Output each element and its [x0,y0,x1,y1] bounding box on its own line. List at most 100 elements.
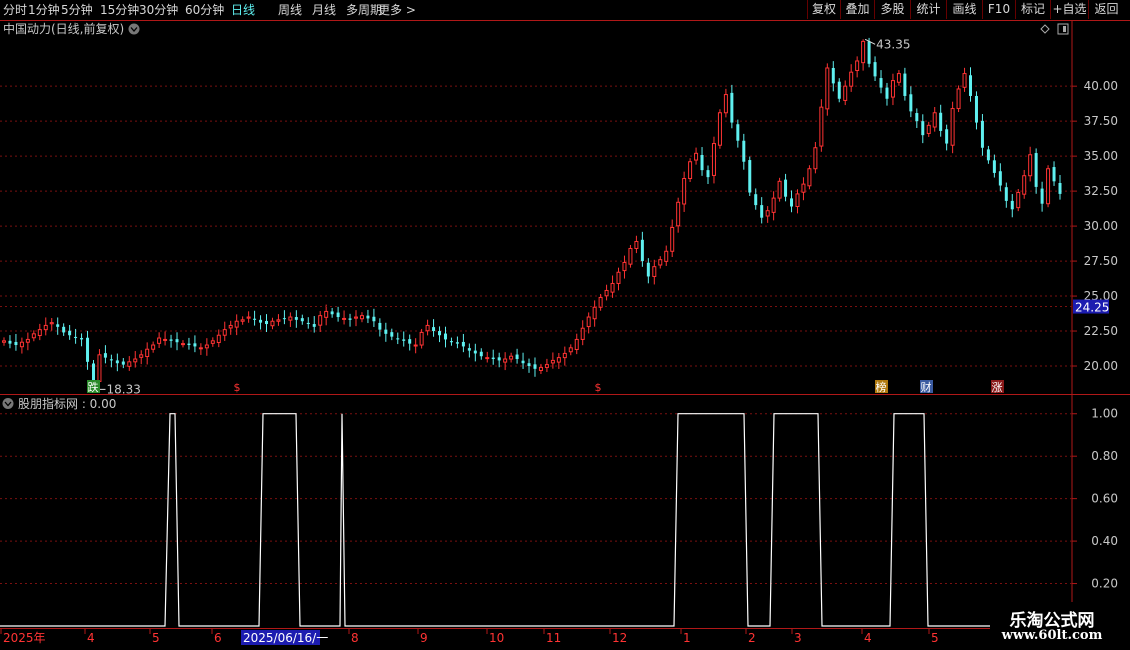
candle-body [562,352,567,359]
price-tick-label: 35.00 [1084,149,1118,163]
candle-body [939,112,943,131]
candle-body [837,81,841,99]
candle-body [372,316,376,322]
date-label: 3 [794,631,802,645]
candle-body [222,329,227,336]
candle-body [198,347,203,350]
candle-body [1034,153,1038,187]
candle-body [926,124,931,134]
candle-body [80,338,84,340]
candle-body [193,343,197,347]
current-price-label: 24.25 [1075,301,1109,315]
price-tick-label: 37.50 [1084,114,1118,128]
candle-body [1016,192,1021,209]
date-label: 11 [546,631,561,645]
candle-body [491,357,495,360]
date-label: 10 [489,631,504,645]
candle-body [610,282,615,293]
candle-body [903,73,907,96]
candle-body [843,85,848,101]
watermark: 乐淘公式网 www.60lt.com [990,602,1130,650]
candle-body [473,350,477,354]
candle-body [259,319,263,323]
candle-body [819,106,824,147]
candle-body [909,94,913,112]
candle-body [950,108,955,146]
candle-body [294,317,298,320]
price-tick-label: 30.00 [1084,219,1118,233]
date-label: 5 [931,631,939,645]
candle-body [68,330,72,336]
indicator-tick-label: 0.20 [1091,577,1118,591]
candle-body [688,161,693,180]
candle-body [1052,167,1056,182]
indicator-tick-label: 1.00 [1091,407,1118,421]
price-tick-label: 20.00 [1084,359,1118,373]
candle-body [628,247,633,265]
candle-body [37,329,42,337]
candle-body [748,160,752,193]
candle-body [378,322,382,330]
candle-body [300,318,304,322]
candle-body [969,75,973,96]
candle-body [210,340,215,344]
price-tick-label: 22.50 [1084,324,1118,338]
candle-body [831,67,835,84]
candle-body [354,316,358,319]
candle-body [330,311,334,315]
candle-body [885,87,889,99]
candle-body [306,322,310,325]
candle-body [915,113,919,122]
candle-body [574,338,579,351]
candle-body [270,320,275,327]
candle-body [640,239,644,262]
candle-body [103,353,107,358]
candle-body [432,327,436,332]
candle-body [998,171,1002,186]
stock-chart: 20.0022.5025.0027.5030.0032.5035.0037.50… [0,20,1130,645]
candle-body [801,183,806,193]
candle-body [760,205,764,218]
candle-body [1028,154,1033,177]
indicator-dropdown-icon [2,398,14,409]
candle-body [19,341,24,348]
candle-body [700,155,704,171]
indicator-tick-label: 0.80 [1091,449,1118,463]
candle-body [187,343,191,346]
candle-body [43,324,48,331]
candle-body [706,170,710,178]
candle-body [133,358,138,363]
candle-body [56,324,60,327]
candle-body [163,338,168,341]
date-label: 9 [420,631,428,645]
candle-body [986,149,990,161]
candle-body [91,363,95,382]
candle-body [1022,175,1027,195]
candle-body [825,67,830,110]
event-mark: 榜 [876,380,887,394]
date-label: 8 [351,631,359,645]
candle-body [962,73,967,88]
date-label: 12 [612,631,627,645]
candle-body [359,315,364,320]
date-label: 4 [864,631,872,645]
candle-body [670,226,675,252]
candle-body [384,329,388,334]
candle-body [813,147,818,170]
candle-body [324,310,329,318]
candle-body [974,95,978,123]
candle-body [568,347,573,353]
candle-body [348,318,352,320]
candle-body [479,351,483,357]
candle-body [276,319,281,322]
candle-body [145,348,150,358]
candle-body [509,355,514,360]
candle-body [676,201,681,227]
candle-body [342,317,347,320]
candle-body [216,334,221,344]
candle-body [694,152,699,161]
high-price-label: 43.35 [876,37,910,51]
candle-body [664,250,669,262]
candle-body [980,120,984,148]
candle-body [282,318,286,320]
